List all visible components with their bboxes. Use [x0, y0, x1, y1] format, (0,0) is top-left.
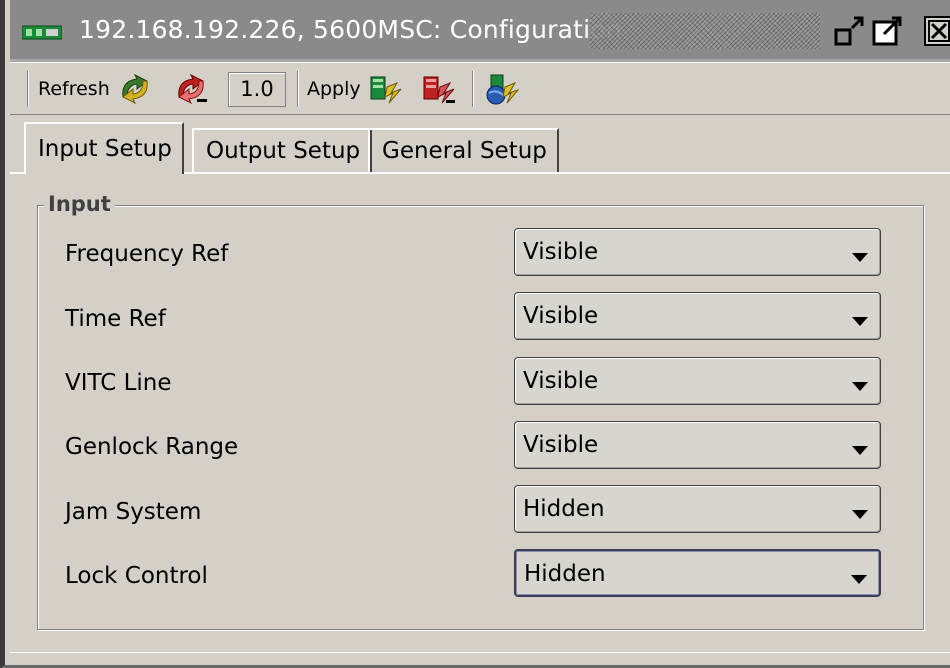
- refresh-label[interactable]: Refresh: [38, 78, 110, 100]
- select-value: Visible: [523, 239, 599, 265]
- lock-control-label: Lock Control: [65, 563, 208, 589]
- apply-label[interactable]: Apply: [307, 78, 361, 100]
- tab-input-setup[interactable]: Input Setup: [24, 122, 184, 174]
- tab-label: Input Setup: [38, 136, 172, 162]
- version-field: 1.0: [228, 72, 286, 107]
- apply-green-card-icon[interactable]: [367, 73, 403, 105]
- toolbar-separator: [27, 71, 29, 107]
- toolbar-separator: [472, 71, 474, 107]
- device-card-icon: [21, 24, 63, 41]
- time-ref-label: Time Ref: [65, 306, 166, 332]
- lock-control-select[interactable]: Hidden: [514, 549, 881, 597]
- tab-label: General Setup: [382, 138, 547, 164]
- maximize-window-icon[interactable]: [870, 14, 904, 48]
- select-value: Hidden: [523, 496, 605, 522]
- toolbar-separator: [297, 71, 299, 107]
- config-window: 192.168.192.226, 5600MSC: Configuration …: [0, 0, 950, 668]
- time-ref-select[interactable]: Visible: [514, 292, 881, 340]
- frequency-ref-label: Frequency Ref: [65, 241, 229, 267]
- tab-label: Output Setup: [206, 138, 361, 164]
- select-value: Visible: [523, 432, 599, 458]
- chevron-down-icon[interactable]: [851, 570, 867, 584]
- chevron-down-icon[interactable]: [852, 505, 868, 519]
- genlock-range-label: Genlock Range: [65, 434, 239, 460]
- genlock-range-select[interactable]: Visible: [514, 421, 881, 469]
- apply-globe-icon[interactable]: [483, 73, 520, 105]
- refresh-green-icon[interactable]: [117, 73, 153, 105]
- chevron-down-icon[interactable]: [852, 312, 868, 326]
- input-group-title: Input: [44, 192, 115, 216]
- vitc-line-select[interactable]: Visible: [514, 357, 881, 405]
- tab-output-setup[interactable]: Output Setup: [192, 128, 373, 174]
- select-value: Visible: [523, 303, 599, 329]
- chevron-down-icon[interactable]: [852, 441, 868, 455]
- chevron-down-icon[interactable]: [852, 377, 868, 391]
- close-window-icon[interactable]: [922, 14, 950, 48]
- select-value: Hidden: [524, 561, 606, 587]
- refresh-red-icon[interactable]: [173, 73, 209, 105]
- window-title: 192.168.192.226, 5600MSC: Configuration: [79, 15, 622, 44]
- title-drag-area[interactable]: [590, 13, 820, 49]
- title-bar[interactable]: 192.168.192.226, 5600MSC: Configuration: [10, 0, 950, 62]
- frequency-ref-select[interactable]: Visible: [514, 228, 881, 276]
- toolbar: Refresh 1.0 Apply: [10, 62, 950, 115]
- tab-strip: Input Setup Output Setup General Setup: [10, 122, 950, 174]
- vitc-line-label: VITC Line: [65, 370, 172, 396]
- detach-window-icon[interactable]: [832, 14, 866, 48]
- jam-system-label: Jam System: [65, 499, 202, 525]
- apply-red-card-icon[interactable]: [420, 73, 456, 105]
- select-value: Visible: [523, 368, 599, 394]
- tab-general-setup[interactable]: General Setup: [368, 128, 559, 174]
- jam-system-select[interactable]: Hidden: [514, 485, 881, 533]
- status-strip: [10, 652, 950, 665]
- chevron-down-icon[interactable]: [852, 248, 868, 262]
